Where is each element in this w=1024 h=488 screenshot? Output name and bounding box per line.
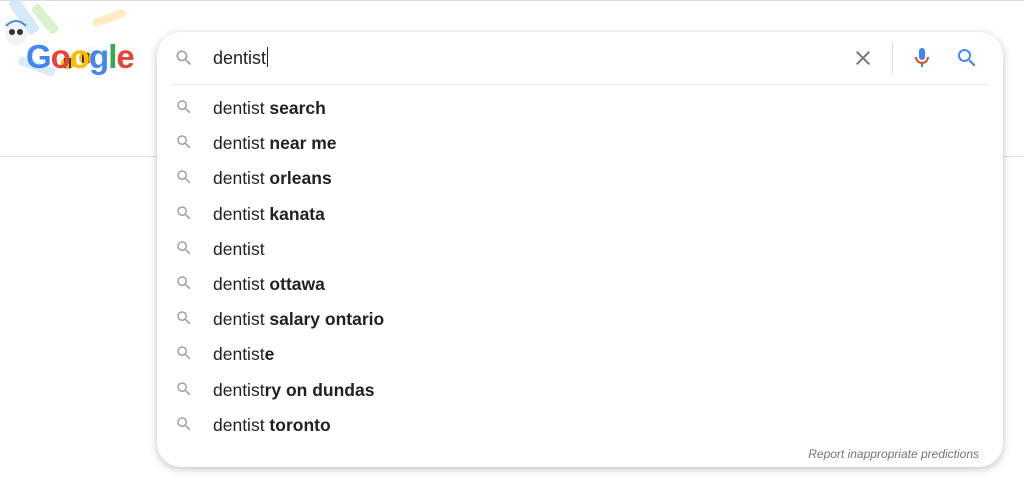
- suggestion-item[interactable]: dentist orleans: [157, 160, 1003, 195]
- suggestion-item[interactable]: dentist search: [157, 90, 1003, 125]
- logo-letter: G: [26, 38, 52, 75]
- suggestion-item[interactable]: dentist salary ontario: [157, 301, 1003, 336]
- suggestion-completion: toronto: [264, 414, 331, 435]
- suggestion-prefix: dentist: [213, 273, 265, 294]
- logo-letter: e: [116, 38, 134, 75]
- search-input[interactable]: dentist: [213, 46, 813, 70]
- suggestion-text: dentistry on dundas: [213, 379, 374, 401]
- suggestion-text: dentist kanata: [213, 203, 325, 225]
- search-page: Google dentist dentist search dentist ne…: [0, 0, 1024, 488]
- text-cursor: [267, 47, 269, 67]
- suggestion-completion: orleans: [264, 168, 332, 189]
- suggestion-text: dentist ottawa: [213, 273, 325, 295]
- suggestion-text: dentist search: [213, 97, 326, 119]
- search-icon: [175, 133, 193, 151]
- suggestion-prefix: dentist: [213, 309, 265, 330]
- suggestion-text: dentist: [213, 238, 265, 260]
- search-icon: [175, 309, 193, 327]
- suggestion-completion: kanata: [264, 203, 325, 224]
- suggestion-item[interactable]: dentist ottawa: [157, 266, 1003, 301]
- suggestion-prefix: dentist: [213, 168, 265, 189]
- search-submit-icon[interactable]: [954, 45, 980, 71]
- search-icon: [175, 344, 193, 362]
- suggestion-prefix: dentist: [213, 344, 265, 365]
- suggestion-item[interactable]: dentist near me: [157, 125, 1003, 160]
- google-doodle-logo[interactable]: Google: [0, 0, 150, 95]
- search-icon: [174, 48, 194, 68]
- suggestion-text: dentiste: [213, 343, 274, 365]
- suggestion-completion: salary ontario: [264, 309, 385, 330]
- search-icon: [175, 239, 193, 257]
- suggestion-text: dentist salary ontario: [213, 308, 384, 330]
- suggestion-item[interactable]: dentistry on dundas: [157, 372, 1003, 407]
- suggestion-prefix: dentist: [213, 133, 265, 154]
- logo-wordmark: Google: [26, 38, 135, 75]
- logo-letter: o: [69, 38, 90, 75]
- suggestion-text: dentist near me: [213, 132, 337, 154]
- search-bar: dentist: [157, 32, 1003, 84]
- search-icon: [175, 204, 193, 222]
- button-separator: [892, 42, 893, 74]
- suggestion-prefix: dentist: [213, 203, 265, 224]
- suggestion-item[interactable]: dentist: [157, 231, 1003, 266]
- suggestion-prefix: dentist: [213, 379, 265, 400]
- suggestion-text: dentist orleans: [213, 167, 332, 189]
- suggestion-item[interactable]: dentist toronto: [157, 407, 1003, 442]
- suggestion-completion: e: [264, 344, 275, 365]
- suggestion-completion: search: [264, 98, 326, 118]
- search-icon: [175, 415, 193, 433]
- suggestion-completion: ottawa: [264, 273, 325, 294]
- microphone-icon[interactable]: [909, 45, 935, 71]
- search-icon: [175, 98, 193, 116]
- suggestion-prefix: dentist: [213, 238, 265, 259]
- close-icon[interactable]: [850, 45, 876, 71]
- suggestion-text: dentist toronto: [213, 414, 331, 436]
- search-autocomplete-panel: dentist dentist search dentist near me den…: [157, 32, 1003, 467]
- suggestion-item[interactable]: dentiste: [157, 336, 1003, 371]
- search-query-text: dentist: [213, 48, 267, 68]
- search-icon: [175, 274, 193, 292]
- suggestion-completion: near me: [264, 133, 337, 154]
- suggestion-list: dentist search dentist near me dentist orl…: [157, 90, 1003, 442]
- suggestion-completion: ry on dundas: [264, 379, 375, 400]
- report-predictions-link[interactable]: Report inappropriate predictions: [808, 447, 979, 461]
- top-border: [0, 0, 1024, 1]
- search-icon: [175, 380, 193, 398]
- logo-letter: g: [89, 38, 109, 75]
- search-divider: [171, 84, 989, 85]
- logo-letter: o: [50, 38, 71, 75]
- suggestion-prefix: dentist: [213, 98, 265, 118]
- search-icon: [175, 168, 193, 186]
- suggestion-item[interactable]: dentist kanata: [157, 196, 1003, 231]
- suggestion-prefix: dentist: [213, 414, 265, 435]
